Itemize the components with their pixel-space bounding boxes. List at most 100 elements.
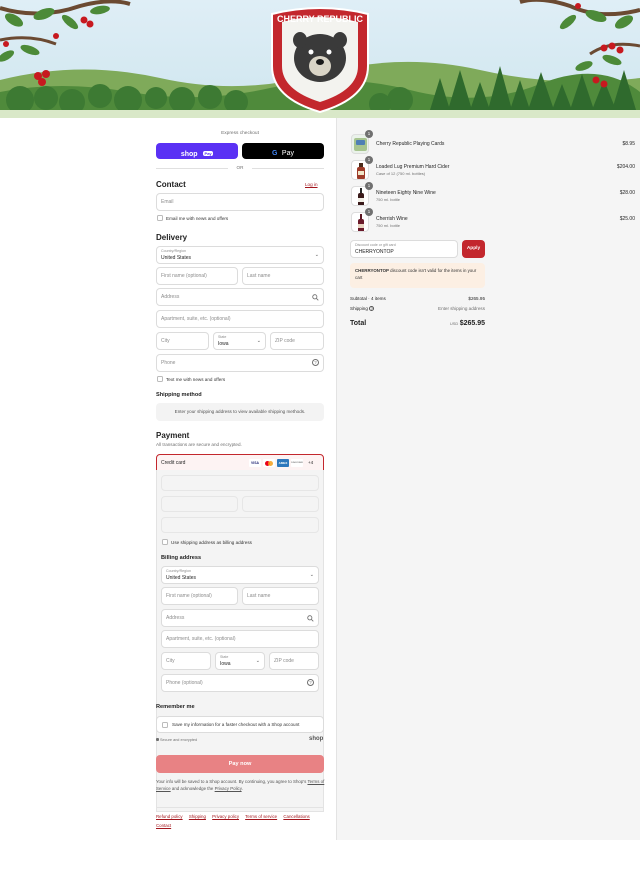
cart-item-quantity-badge: 1 [365, 130, 373, 138]
express-checkout-heading: Express checkout [221, 131, 259, 136]
cart-item-name: Cherry Republic Playing Cards [376, 141, 445, 147]
discount-code-input[interactable]: Discount code or gift card CHERRYONTOP [350, 240, 458, 258]
search-icon [312, 294, 319, 301]
help-icon[interactable]: ? [312, 359, 319, 366]
shipping-method-notice: Enter your shipping address to view avai… [156, 403, 324, 421]
first-name-field[interactable]: First name (optional) [156, 267, 238, 285]
footer-link-privacy[interactable]: Privacy policy [212, 814, 239, 819]
footer-link-refund[interactable]: Refund policy [156, 814, 183, 819]
email-news-checkbox[interactable] [157, 215, 163, 221]
divider-right [252, 168, 324, 169]
total-amount: USD $265.95 [417, 320, 485, 327]
pay-now-button[interactable]: Pay now [156, 755, 324, 773]
email-news-label: Email me with news and offers [166, 216, 229, 221]
order-summary: 1 Cherry Republic Playing Cards $8.95 1 … [336, 118, 640, 840]
billing-country-value: United States [166, 575, 197, 581]
cart-item-name: Cherrish Wine [376, 216, 408, 222]
card-cvv-field[interactable] [242, 496, 319, 512]
country-label: Country/Region [161, 249, 186, 253]
cart-item-quantity-badge: 1 [365, 208, 373, 216]
footer-link-cancellations[interactable]: Cancellations [283, 814, 309, 819]
amex-icon: AMEX [277, 459, 289, 467]
country-select[interactable]: Country/Region United States ⌄ [156, 246, 324, 264]
billing-first-name-placeholder: First name (optional) [166, 593, 212, 599]
footer-link-shipping[interactable]: Shipping [189, 814, 206, 819]
login-link[interactable]: Log in [305, 182, 318, 187]
footer-links: Refund policy Shipping Privacy policy Te… [156, 812, 326, 830]
zip-field[interactable]: ZIP code [270, 332, 324, 350]
delivery-heading: Delivery [156, 233, 188, 242]
footer-link-contact[interactable]: Contact [156, 823, 171, 828]
save-info-label: Save my information for a faster checkou… [172, 722, 300, 727]
search-icon [307, 615, 314, 622]
billing-country-label: Country/Region [166, 569, 191, 573]
phone-field[interactable]: Phone ? [156, 354, 324, 372]
privacy-policy-link[interactable]: Privacy Policy [215, 786, 242, 791]
help-icon[interactable]: ? [307, 679, 314, 686]
shop-pay-logo-text: shop [180, 151, 198, 158]
cart-item-quantity-badge: 1 [365, 156, 373, 164]
subtotal-label: Subtotal · 4 items [350, 296, 386, 301]
save-info-checkbox[interactable] [162, 722, 168, 728]
state-select[interactable]: State Iowa ⌄ [213, 332, 266, 350]
legal-period: . [241, 786, 243, 791]
payment-heading: Payment [156, 431, 190, 440]
payment-subtitle: All transactions are secure and encrypte… [156, 442, 242, 447]
country-value: United States [161, 255, 192, 261]
billing-heading: Billing address [161, 555, 202, 561]
email-field[interactable]: Email [156, 193, 324, 211]
billing-city-field[interactable]: City [161, 652, 211, 670]
zip-placeholder: ZIP code [275, 338, 295, 344]
state-value: Iowa [218, 341, 229, 347]
visa-icon: VISA [249, 459, 261, 467]
billing-address-field[interactable]: Address [161, 609, 319, 627]
save-info-option[interactable]: Save my information for a faster checkou… [156, 716, 324, 733]
card-name-field[interactable] [161, 517, 319, 533]
discount-error-banner: CHERRYONTOP discount code isn't valid fo… [350, 263, 485, 288]
address-field[interactable]: Address [156, 288, 324, 306]
city-field[interactable]: City [156, 332, 209, 350]
apartment-field[interactable]: Apartment, suite, etc. (optional) [156, 310, 324, 328]
cart-item-name: Nineteen Eighty Nine Wine [376, 190, 436, 196]
shipping-value: Enter shipping address [438, 306, 485, 311]
chevron-down-icon: ⌄ [255, 658, 260, 664]
cart-item-name: Loaded Lug Premium Hard Cider [376, 164, 450, 170]
apartment-placeholder: Apartment, suite, etc. (optional) [161, 316, 231, 322]
last-name-field[interactable]: Last name [242, 267, 324, 285]
billing-zip-placeholder: ZIP code [274, 658, 294, 664]
card-number-field[interactable] [161, 475, 319, 491]
credit-card-option[interactable]: Credit card VISA AMEX DISCOVER +4 [156, 454, 324, 471]
use-shipping-label: Use shipping address as billing address [171, 540, 252, 545]
billing-last-name-field[interactable]: Last name [242, 587, 319, 605]
city-placeholder: City [161, 338, 170, 344]
billing-phone-field[interactable]: Phone (optional) ? [161, 674, 319, 692]
discover-icon: DISCOVER [291, 459, 303, 467]
cart-item-variant: 750 ml. bottle [376, 223, 401, 228]
billing-country-select[interactable]: Country/Region United States ⌄ [161, 566, 319, 584]
credit-card-label: Credit card [161, 460, 186, 466]
chevron-down-icon: ⌄ [256, 338, 261, 344]
more-cards-count: +4 [308, 460, 314, 465]
billing-state-label: State [220, 655, 229, 659]
billing-first-name-field[interactable]: First name (optional) [161, 587, 238, 605]
seal-title-text: CHERRY REPUBLIC [277, 14, 364, 24]
info-icon[interactable]: ? [369, 306, 375, 312]
billing-apartment-field[interactable]: Apartment, suite, etc. (optional) [161, 630, 319, 648]
footer-link-terms[interactable]: Terms of service [245, 814, 277, 819]
google-pay-button[interactable]: G Pay [242, 143, 324, 159]
cart-item-price: $28.00 [619, 190, 635, 196]
billing-state-select[interactable]: State Iowa ⌄ [215, 652, 265, 670]
use-shipping-checkbox[interactable] [162, 539, 168, 545]
sms-news-checkbox[interactable] [157, 376, 163, 382]
card-expiry-field[interactable] [161, 496, 238, 512]
legal-and-text: and acknowledge the [171, 786, 214, 791]
chevron-down-icon: ⌄ [314, 252, 319, 258]
state-label: State [218, 335, 227, 339]
apply-discount-button[interactable]: Apply [462, 240, 485, 258]
cart-item-variant: 750 ml. bottle [376, 197, 401, 202]
currency-code: USD [449, 321, 459, 326]
shop-pay-button[interactable]: shop Pay [156, 143, 238, 159]
billing-city-placeholder: City [166, 658, 175, 664]
billing-zip-field[interactable]: ZIP code [269, 652, 319, 670]
shipping-method-heading: Shipping method [156, 392, 202, 398]
